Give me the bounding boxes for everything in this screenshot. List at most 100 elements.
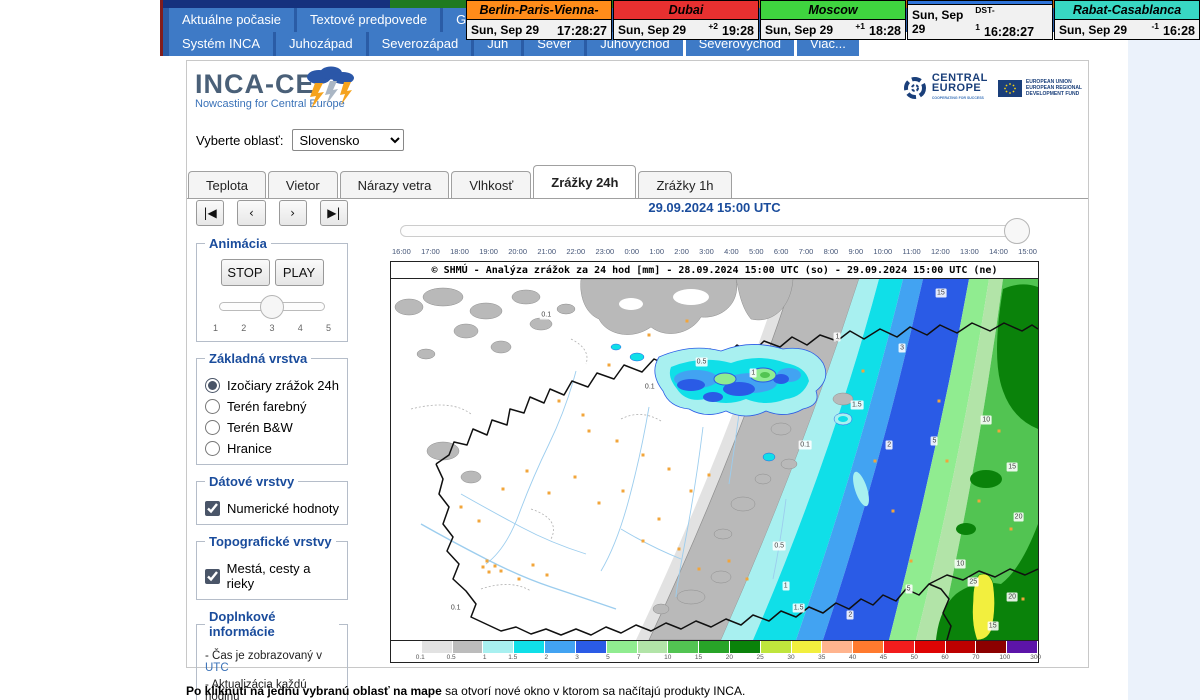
base-layer-radio[interactable] <box>205 441 220 456</box>
central-europe-swirl-icon <box>902 75 928 101</box>
time-tick-label: 8:00 <box>824 247 839 256</box>
legend-color-cell <box>792 641 823 653</box>
topo-layers-legend: Topografické vrstvy <box>205 534 336 549</box>
base-layer-option[interactable]: Hranice <box>205 441 339 456</box>
legend-value-label: 15 <box>671 653 702 662</box>
time-slider-thumb[interactable] <box>1004 218 1030 244</box>
additional-info-legend: Doplnkové informácie <box>205 609 339 639</box>
central-europe-tagline: COOPERATING FOR SUCCESS <box>932 93 988 103</box>
base-layer-radio[interactable] <box>205 399 220 414</box>
contour-label: 2 <box>847 610 854 619</box>
map-canvas[interactable]: 0.10.510.111.53152510150.10.511.52510251… <box>391 279 1038 640</box>
region-select[interactable]: Slovensko <box>292 129 404 151</box>
world-clock: Berlin-Paris-Vienna-Roma Sun, Sep 29 17:… <box>466 0 612 40</box>
play-button[interactable]: PLAY <box>275 259 324 286</box>
legend-color-cell <box>483 641 514 653</box>
time-tick-label: 1:00 <box>649 247 664 256</box>
legend-color-cell <box>730 641 761 653</box>
time-tick-label: 16:00 <box>392 247 411 256</box>
precipitation-map[interactable]: © SHMÚ - Analýza zrážok za 24 hod [mm] -… <box>390 261 1039 663</box>
contour-label: 15 <box>987 621 998 630</box>
contour-label: 1 <box>750 368 757 377</box>
product-tab[interactable]: Zrážky 24h <box>533 165 636 198</box>
product-tab[interactable]: Teplota <box>188 171 266 198</box>
legend-value-label: 2 <box>517 653 548 662</box>
clock-date: Sun, Sep 29 <box>1059 23 1127 37</box>
product-tabs: TeplotaVietorNárazy vetraVlhkosťZrážky 2… <box>187 167 1088 199</box>
frame-step-button[interactable]: |◀ <box>196 200 224 226</box>
product-tab[interactable]: Nárazy vetra <box>340 171 450 198</box>
contour-label: 0.5 <box>773 542 786 551</box>
contour-label: 20 <box>1007 592 1018 601</box>
legend-value-label: 1.5 <box>486 653 517 662</box>
base-layer-radio[interactable] <box>205 420 220 435</box>
time-tick-label: 12:00 <box>931 247 950 256</box>
animation-legend: Animácia <box>205 236 271 251</box>
clock-date: Sun, Sep 29 <box>912 8 975 36</box>
time-tick-label: 22:00 <box>566 247 585 256</box>
speed-slider-thumb[interactable] <box>260 295 284 319</box>
speed-label: 1 <box>213 323 218 333</box>
time-tick-label: 7:00 <box>799 247 814 256</box>
speed-slider-track[interactable] <box>219 302 325 311</box>
base-layer-option[interactable]: Terén B&W <box>205 420 339 435</box>
topo-layer-option[interactable]: Mestá, cesty a rieky <box>205 561 339 591</box>
legend-color-cell <box>699 641 730 653</box>
page-background-column <box>1128 40 1200 700</box>
time-tick-label: 15:00 <box>1018 247 1037 256</box>
inca-logo: INCA-CE Nowcasting for Central Europe <box>195 69 445 121</box>
legend-value-label: 60 <box>918 653 949 662</box>
base-layer-option[interactable]: Terén farebný <box>205 399 339 414</box>
legend-color-cell <box>422 641 453 653</box>
clock-city-label: Rabat-Casablanca <box>1055 1 1199 20</box>
legend-value-label: 0.1 <box>394 653 425 662</box>
nav-item[interactable]: Textové predpovede <box>297 8 440 32</box>
contour-label: 0.5 <box>695 358 708 367</box>
region-label: Vyberte oblasť: <box>196 133 284 148</box>
contour-label: 0.1 <box>799 441 812 450</box>
legend-color-cell <box>607 641 638 653</box>
nav-item[interactable]: Aktuálne počasie <box>169 8 294 32</box>
legend-color-cell <box>453 641 484 653</box>
strip-segment-blue <box>163 0 390 8</box>
topo-layer-checkbox[interactable] <box>205 569 220 584</box>
nav-region-item[interactable]: Severozápad <box>369 32 472 56</box>
contour-label: 0.1 <box>643 383 656 392</box>
frame-step-button[interactable]: › <box>279 200 307 226</box>
product-tab[interactable]: Vlhkosť <box>451 171 531 198</box>
contour-label: 2 <box>886 441 893 450</box>
legend-color-cell <box>915 641 946 653</box>
legend-value-label: 45 <box>856 653 887 662</box>
nav-region-item[interactable]: Systém INCA <box>169 32 273 56</box>
product-tab[interactable]: Vietor <box>268 171 338 198</box>
legend-color-cell <box>514 641 545 653</box>
base-layer-radio[interactable] <box>205 378 220 393</box>
contour-label: 0.1 <box>540 311 553 320</box>
base-layer-label: Terén farebný <box>227 399 307 414</box>
data-layer-checkbox[interactable] <box>205 501 220 516</box>
contour-label: 3 <box>899 343 906 352</box>
legend-value-label: 30 <box>764 653 795 662</box>
stop-button[interactable]: STOP <box>221 259 270 286</box>
frame-step-button[interactable]: ▶| <box>320 200 348 226</box>
data-layer-option[interactable]: Numerické hodnoty <box>205 501 339 516</box>
legend-color-cell <box>638 641 669 653</box>
nav-region-item[interactable]: Juhozápad <box>276 32 366 56</box>
product-tab[interactable]: Zrážky 1h <box>638 171 731 198</box>
time-tick-label: 11:00 <box>902 247 920 256</box>
legend-value-label: 300 <box>1010 653 1041 662</box>
contour-label: 10 <box>981 415 992 424</box>
frame-step-button[interactable]: ‹ <box>237 200 265 226</box>
time-slider-track[interactable] <box>400 225 1029 237</box>
utc-link[interactable]: UTC <box>205 662 229 674</box>
map-title: © SHMÚ - Analýza zrážok za 24 hod [mm] -… <box>391 262 1038 279</box>
clock-city-label: Dubai <box>614 1 758 20</box>
time-tick-label: 13:00 <box>960 247 979 256</box>
legend-value-label: 70 <box>949 653 980 662</box>
base-layer-option[interactable]: Izočiary zrážok 24h <box>205 378 339 393</box>
eu-flag-icon <box>998 80 1022 97</box>
animation-panel: Animácia STOP PLAY 12345 <box>196 236 348 342</box>
time-tick-label: 19:00 <box>479 247 498 256</box>
contour-label: 10 <box>955 560 966 569</box>
base-layer-panel: Základná vrstva Izočiary zrážok 24h Teré… <box>196 351 348 465</box>
